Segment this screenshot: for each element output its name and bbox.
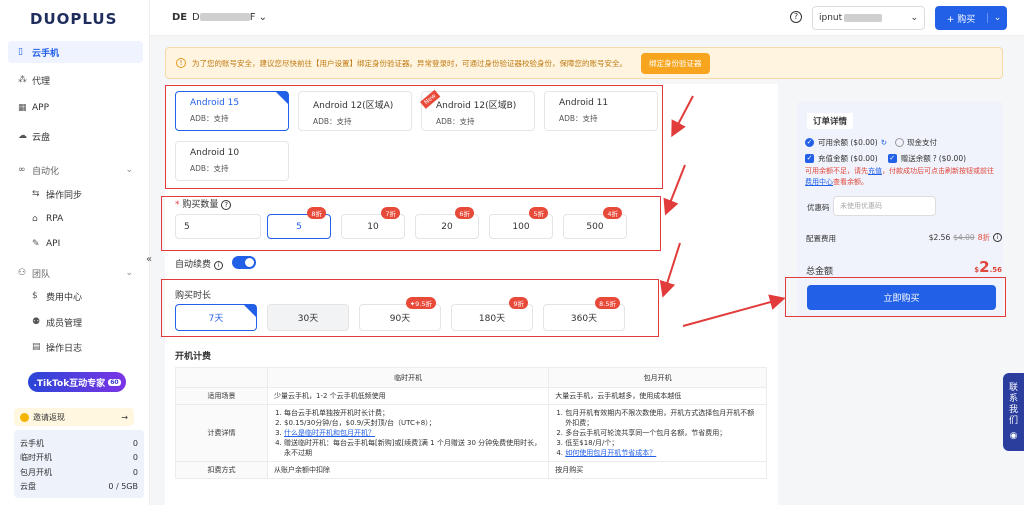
proxy-icon: ⁂ — [18, 75, 27, 85]
annotation-box-versions — [165, 85, 663, 189]
temp-vs-monthly-link[interactable]: 什么是临时开机和包月开机？ — [284, 429, 375, 437]
count-row: 临时开机 0 — [20, 453, 138, 463]
sidebar-item-billing[interactable]: $ 费用中心 — [8, 285, 143, 307]
config-fee-value: $2.56 $4.00 8折 i — [929, 232, 1002, 243]
workspace-code: DE — [172, 12, 188, 23]
chevron-down-icon[interactable]: ⌄ — [987, 13, 1007, 23]
annotation-box-duration — [161, 279, 659, 337]
phone-icon: ▯ — [18, 47, 23, 57]
arrow-right-icon: → — [121, 412, 128, 422]
cloud-icon: ☁ — [18, 131, 27, 141]
info-icon: ! — [176, 58, 186, 68]
robot-icon: ⌂ — [32, 214, 38, 224]
coin-icon — [20, 412, 29, 422]
sidebar-group-automation[interactable]: ∞ 自动化 ⌄ — [8, 159, 143, 181]
table-row: 扣费方式 从账户余额中扣除 按月购买 — [175, 461, 767, 479]
checkbox-checked-icon[interactable]: ✓ — [805, 154, 814, 163]
redacted-text — [844, 14, 883, 22]
dollar-icon: $ — [32, 291, 38, 301]
team-icon: ⚇ — [18, 268, 27, 278]
coupon-input[interactable]: 未使用优惠码 — [833, 196, 936, 216]
invite-cashback[interactable]: 邀请返现 → — [14, 408, 134, 426]
app-grid-icon: ▦ — [18, 103, 27, 113]
info-icon[interactable]: i — [213, 261, 223, 270]
recharge-link[interactable]: 充值 — [868, 167, 882, 175]
redacted-text — [199, 13, 250, 21]
sidebar-item-sync[interactable]: ⇆ 操作同步 — [8, 183, 143, 205]
chevron-down-icon: ⌄ — [258, 12, 268, 23]
info-icon[interactable]: i — [993, 233, 1002, 242]
user-selector[interactable]: ipnut ⌄ — [812, 6, 925, 30]
api-icon: ✎ — [32, 239, 40, 249]
contact-us-tab[interactable]: 联系我们 ◉ — [1003, 373, 1024, 451]
sidebar-item-members[interactable]: ⚉ 成员管理 — [8, 311, 143, 333]
count-row: 包月开机 0 — [20, 467, 138, 477]
sync-icon: ⇆ — [32, 189, 40, 199]
checkbox-checked-icon[interactable]: ✓ — [887, 154, 897, 163]
sidebar-item-logs[interactable]: ▤ 操作日志 — [8, 336, 143, 358]
sidebar-group-team[interactable]: ⚇ 团队 ⌄ — [8, 262, 143, 284]
billing-center-link[interactable]: 费用中心 — [805, 178, 833, 186]
sidebar-item-api[interactable]: ✎ API — [8, 233, 143, 255]
chat-icon: ◉ — [1009, 431, 1018, 441]
balance-options: ✓ 充值金额 ($0.00) ✓ 赠送余额 ? ($0.00) — [805, 154, 967, 163]
billing-title: 开机计费 — [175, 352, 212, 362]
sidebar-item-rpa[interactable]: ⌂ RPA — [8, 208, 143, 230]
insufficient-balance-warning: 可用余额不足，请先充值，付款成功后可点击刷新按钮或前往费用中心查看余额。 — [805, 167, 994, 186]
radio-icon[interactable] — [895, 138, 905, 147]
bind-authenticator-button[interactable]: 绑定身份验证器 — [641, 52, 710, 74]
radio-selected-icon[interactable]: ✓ — [805, 138, 814, 147]
config-fee-label: 配置费用 — [806, 234, 836, 243]
total-amount: $2.56 — [974, 258, 1002, 276]
members-icon: ⚉ — [32, 317, 41, 327]
duoplus-logo[interactable]: DUOPLUS — [30, 10, 117, 28]
table-row: 计费详情 每台云手机单独按开机时长计费； $0.15/30分钟/台，$0.9/天… — [175, 404, 767, 462]
chevron-down-icon: ⌄ — [910, 13, 918, 23]
chevron-down-icon: ⌄ — [125, 268, 133, 278]
annotation-box-quantity — [161, 196, 661, 251]
monthly-save-cost-link[interactable]: 如何使用包月开机节省成本？ — [565, 449, 656, 457]
sidebar-item-cloud-phone[interactable]: ▯ 云手机 — [8, 41, 143, 63]
billing-table: 临时开机 包月开机 适用场景 少量云手机，1-2 个云手机低频使用 大量云手机，… — [175, 367, 767, 479]
count-row: 云手机 0 — [20, 438, 138, 448]
sidebar-item-proxy[interactable]: ⁂ 代理 — [8, 69, 143, 91]
order-title: 订单详情 — [807, 113, 854, 129]
collapse-sidebar-button[interactable]: « — [146, 254, 152, 265]
tiktok-promo-banner[interactable]: .TikTok互动专家 60 — [28, 372, 126, 392]
table-row: 适用场景 少量云手机，1-2 个云手机低频使用 大量云手机，云手机越多，使用成本… — [175, 387, 767, 405]
auto-renew-toggle[interactable] — [232, 256, 256, 269]
chevron-down-icon: ⌄ — [125, 165, 133, 175]
help-icon[interactable]: ? — [933, 154, 937, 163]
purchase-form: Android 15 ADB：支持 Android 12(区域A) ADB：支持 N… — [161, 84, 778, 505]
sidebar-item-app[interactable]: ▦ APP — [8, 97, 143, 119]
refresh-icon[interactable]: ↻ — [881, 138, 887, 147]
sidebar: DUOPLUS ▯ 云手机 ⁂ 代理 ▦ APP ☁ 云盘 ∞ 自动化 ⌄ ⇆ 操作同步 ⌂ R… — [0, 0, 150, 505]
coupon-label: 优惠码 — [807, 203, 830, 212]
infinity-icon: ∞ — [18, 165, 26, 175]
log-icon: ▤ — [32, 342, 41, 352]
help-icon[interactable]: ? — [790, 11, 802, 23]
security-notice: ! 为了您的账号安全，建议您尽快前往【用户设置】绑定身份验证器。异常登录时，可通… — [165, 47, 1003, 79]
workspace-selector[interactable]: DF ⌄ — [192, 12, 267, 23]
payment-options: ✓ 可用余额 ($0.00) ↻ 现金支付 — [805, 138, 938, 147]
resource-counts: 云手机 0 临时开机 0 包月开机 0 云盘 0 / 5GB — [14, 430, 144, 498]
auto-renew-label: 自动续费 i — [175, 257, 223, 270]
annotation-box-buy-now — [785, 277, 1006, 317]
buy-button[interactable]: + 购买 ⌄ — [935, 6, 1007, 30]
count-row: 云盘 0 / 5GB — [20, 482, 138, 492]
top-bar: DE DF ⌄ ? ipnut ⌄ + 购买 ⌄ — [150, 0, 1024, 36]
total-label: 总金额 — [806, 267, 834, 277]
sidebar-item-cloud-disk[interactable]: ☁ 云盘 — [8, 125, 143, 147]
